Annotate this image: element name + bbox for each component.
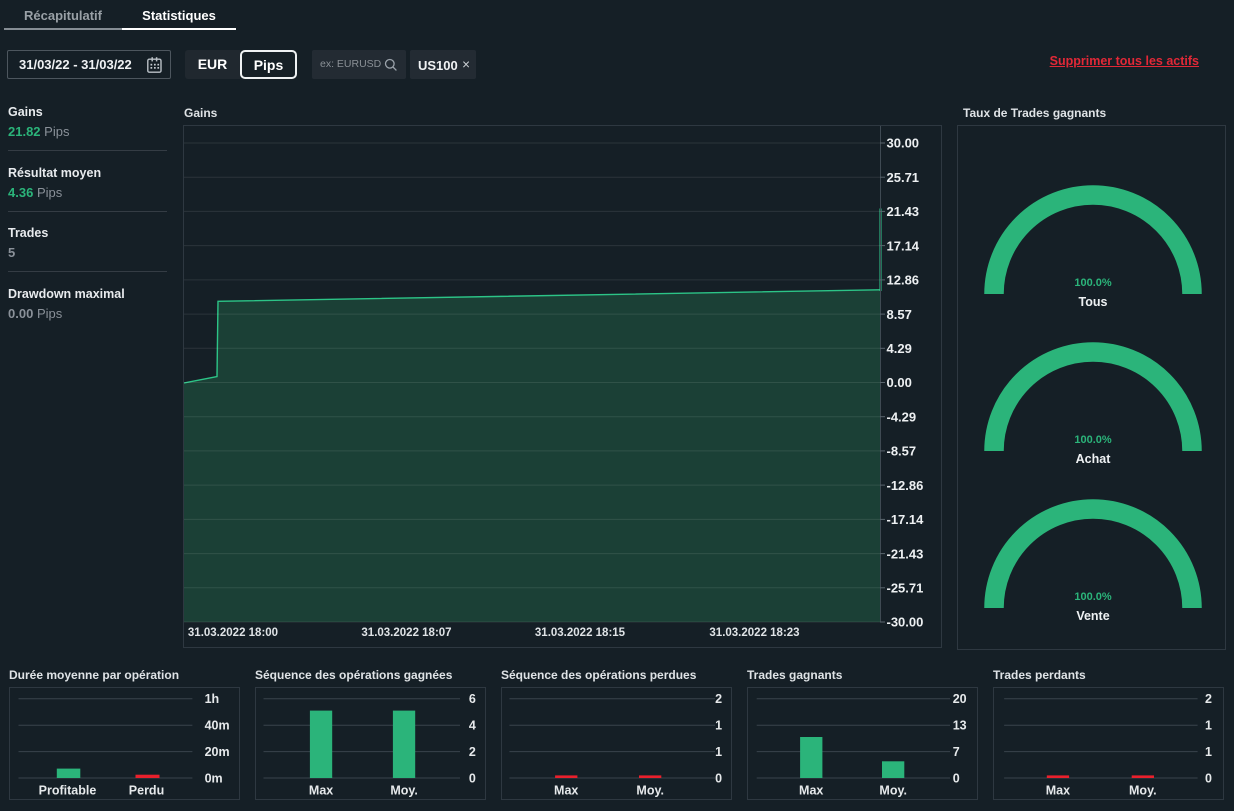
svg-text:1: 1 bbox=[1205, 745, 1212, 759]
svg-text:-4.29: -4.29 bbox=[887, 409, 917, 424]
svg-text:7: 7 bbox=[953, 745, 960, 759]
svg-text:-21.43: -21.43 bbox=[887, 546, 924, 561]
svg-text:2: 2 bbox=[469, 745, 476, 759]
svg-text:0: 0 bbox=[953, 771, 960, 785]
svg-text:20: 20 bbox=[953, 692, 967, 706]
svg-text:Max: Max bbox=[799, 784, 823, 798]
svg-text:20m: 20m bbox=[205, 745, 230, 759]
svg-text:-12.86: -12.86 bbox=[887, 478, 924, 493]
svg-text:Moy.: Moy. bbox=[636, 784, 664, 798]
svg-text:1: 1 bbox=[715, 719, 722, 733]
svg-text:0: 0 bbox=[1205, 771, 1212, 785]
svg-text:-17.14: -17.14 bbox=[887, 512, 925, 527]
svg-text:2: 2 bbox=[1205, 692, 1212, 706]
svg-text:Moy.: Moy. bbox=[390, 784, 418, 798]
svg-text:4: 4 bbox=[469, 719, 476, 733]
svg-text:0m: 0m bbox=[205, 771, 223, 785]
svg-text:Max: Max bbox=[1046, 784, 1070, 798]
svg-text:4.29: 4.29 bbox=[887, 341, 912, 356]
svg-text:1h: 1h bbox=[205, 692, 220, 706]
svg-text:13: 13 bbox=[953, 719, 967, 733]
svg-text:1: 1 bbox=[1205, 719, 1212, 733]
svg-text:25.71: 25.71 bbox=[887, 170, 920, 185]
svg-text:0.00: 0.00 bbox=[887, 375, 912, 390]
svg-text:-25.71: -25.71 bbox=[887, 581, 924, 596]
svg-text:Max: Max bbox=[309, 784, 333, 798]
svg-text:2: 2 bbox=[715, 692, 722, 706]
svg-text:6: 6 bbox=[469, 692, 476, 706]
svg-text:0: 0 bbox=[715, 771, 722, 785]
svg-text:Moy.: Moy. bbox=[879, 784, 907, 798]
svg-text:1: 1 bbox=[715, 745, 722, 759]
svg-text:21.43: 21.43 bbox=[887, 204, 920, 219]
svg-text:17.14: 17.14 bbox=[887, 238, 920, 253]
svg-text:Profitable: Profitable bbox=[39, 784, 97, 798]
svg-text:30.00: 30.00 bbox=[887, 136, 920, 151]
svg-text:0: 0 bbox=[469, 771, 476, 785]
svg-text:40m: 40m bbox=[205, 719, 230, 733]
svg-text:-8.57: -8.57 bbox=[887, 444, 917, 459]
svg-text:-30.00: -30.00 bbox=[887, 615, 924, 630]
svg-text:8.57: 8.57 bbox=[887, 307, 912, 322]
svg-text:12.86: 12.86 bbox=[887, 273, 920, 288]
svg-text:Perdu: Perdu bbox=[129, 784, 164, 798]
svg-text:Moy.: Moy. bbox=[1129, 784, 1157, 798]
svg-text:Max: Max bbox=[554, 784, 578, 798]
